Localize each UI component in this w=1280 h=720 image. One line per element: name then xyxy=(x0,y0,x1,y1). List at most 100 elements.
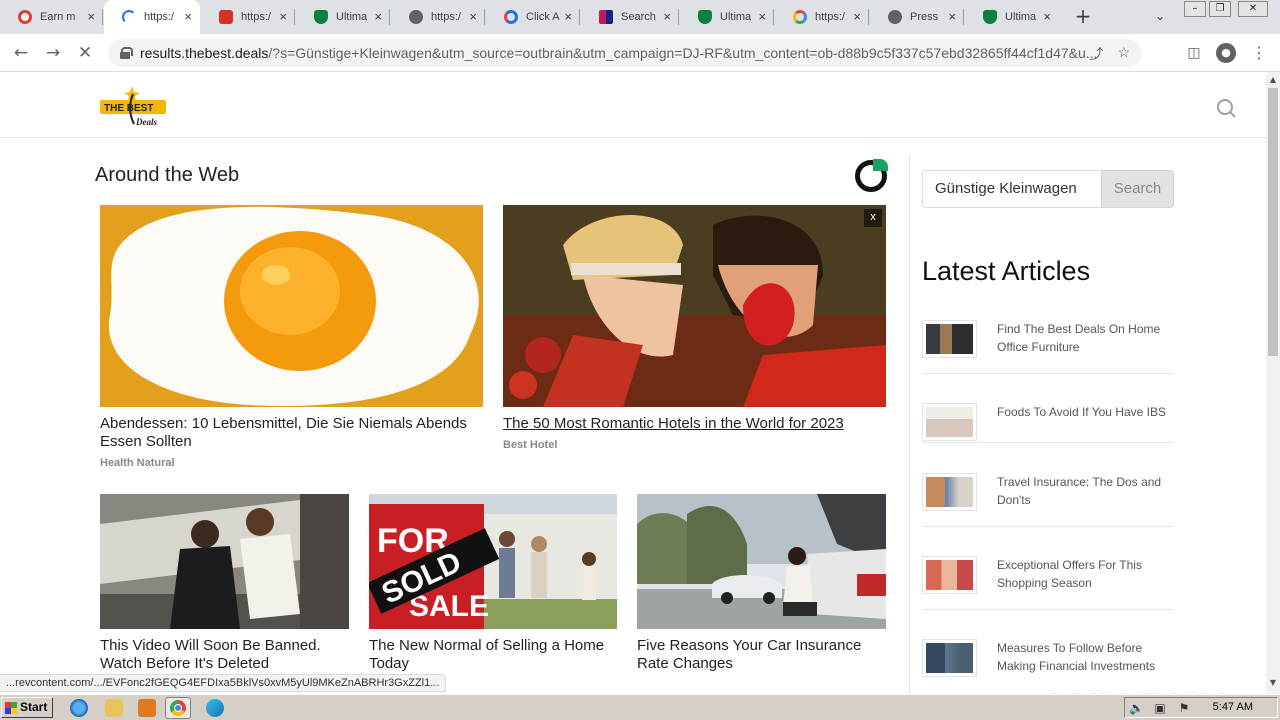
minimize-button[interactable]: – xyxy=(1184,1,1206,17)
edge-icon[interactable] xyxy=(206,699,224,717)
article-item[interactable]: Find The Best Deals On Home Office Furni… xyxy=(922,320,1174,374)
scroll-thumb[interactable] xyxy=(1268,88,1278,356)
tab-6[interactable]: Click A × xyxy=(486,0,580,34)
card-image-fried-egg[interactable] xyxy=(100,205,483,407)
start-button[interactable]: Start xyxy=(1,697,53,718)
tab-separator xyxy=(773,9,774,25)
sidebar-search-button[interactable]: Search xyxy=(1101,170,1174,208)
restore-button[interactable]: ❐ xyxy=(1209,1,1231,17)
tab-close-icon[interactable]: × xyxy=(663,10,671,23)
article-title[interactable]: Foods To Avoid If You Have IBS xyxy=(997,403,1172,421)
forward-button[interactable]: → xyxy=(42,42,64,64)
profile-avatar-icon[interactable]: ● xyxy=(1216,43,1236,63)
tab-close-icon[interactable]: × xyxy=(948,10,956,23)
lock-icon[interactable] xyxy=(120,47,133,59)
volume-icon[interactable]: 🔈 xyxy=(1129,701,1144,715)
article-title[interactable]: Travel Insurance: The Dos and Don'ts xyxy=(997,473,1172,509)
url-host: results.thebest.deals xyxy=(140,45,269,61)
ad-card-2[interactable]: x The 50 Most Romantic Hotels in the Wor… xyxy=(503,205,886,451)
tab-10[interactable]: Press × xyxy=(870,0,964,34)
card-image-people-by-plane[interactable] xyxy=(100,494,349,629)
tab-close-icon[interactable]: × xyxy=(564,10,572,23)
ad-card-5[interactable]: Five Reasons Your Car Insurance Rate Cha… xyxy=(637,494,886,673)
google-icon xyxy=(793,10,807,24)
media-player-icon[interactable] xyxy=(138,699,156,717)
tab-9[interactable]: https:/ × xyxy=(775,0,869,34)
site-logo[interactable]: THE BEST Deals xyxy=(100,84,168,128)
side-panel-icon[interactable]: ◫ xyxy=(1183,42,1205,64)
card-headline[interactable]: Abendessen: 10 Lebensmittel, Die Sie Nie… xyxy=(100,415,483,451)
article-thumbnail[interactable] xyxy=(922,403,977,441)
new-tab-button[interactable]: + xyxy=(1072,6,1094,28)
ad-card-1[interactable]: Abendessen: 10 Lebensmittel, Die Sie Nie… xyxy=(100,205,483,469)
shield-icon xyxy=(983,10,997,24)
file-explorer-icon[interactable] xyxy=(105,699,123,717)
web-page: THE BEST Deals Around the Web Abendessen… xyxy=(0,72,1266,694)
tab-7[interactable]: Search × xyxy=(581,0,679,34)
tab-close-icon[interactable]: × xyxy=(374,10,382,23)
card-headline[interactable]: The 50 Most Romantic Hotels in the World… xyxy=(503,415,886,433)
chrome-taskbar-button[interactable] xyxy=(165,697,191,719)
svg-text:THE BEST: THE BEST xyxy=(104,103,153,114)
article-item[interactable]: Measures To Follow Before Making Financi… xyxy=(922,639,1174,693)
ad-card-4[interactable]: FOR SALE SOLD The New Normal of Selling … xyxy=(369,494,617,673)
article-title[interactable]: Exceptional Offers For This Shopping Sea… xyxy=(997,556,1172,592)
tab-2-active[interactable]: https:/ × xyxy=(104,0,200,34)
tab-title: Earn m xyxy=(40,11,76,23)
taskbar-clock[interactable]: 5:47 AM xyxy=(1213,701,1253,713)
stop-loading-button[interactable]: ✕ xyxy=(74,42,96,64)
tab-5[interactable]: https:/ × xyxy=(391,0,485,34)
scroll-down-arrow-icon[interactable]: ▼ xyxy=(1268,678,1278,687)
bookmark-star-icon[interactable]: ☆ xyxy=(1117,44,1130,64)
address-bar[interactable]: results.thebest.deals/?s=Günstige+Kleinw… xyxy=(108,39,1142,67)
tab-search-chevron-icon[interactable]: ⌄ xyxy=(1152,9,1168,25)
article-thumbnail[interactable] xyxy=(922,473,977,511)
article-item[interactable]: Foods To Avoid If You Have IBS xyxy=(922,403,1174,443)
card-source[interactable]: Health Natural xyxy=(100,457,483,469)
card-source[interactable]: Best Hotel xyxy=(503,439,886,451)
globe-icon xyxy=(888,10,902,24)
back-button[interactable]: ← xyxy=(10,42,32,64)
internet-explorer-icon[interactable] xyxy=(70,699,88,717)
article-item[interactable]: Exceptional Offers For This Shopping Sea… xyxy=(922,556,1174,610)
network-icon[interactable]: ▣ xyxy=(1153,701,1167,715)
card-headline[interactable]: Five Reasons Your Car Insurance Rate Cha… xyxy=(637,637,886,673)
card-headline[interactable]: This Video Will Soon Be Banned. Watch Be… xyxy=(100,637,349,673)
page-scrollbar[interactable]: ▲ ▼ xyxy=(1266,72,1280,694)
scroll-up-arrow-icon[interactable]: ▲ xyxy=(1268,75,1278,84)
tab-close-icon[interactable]: × xyxy=(758,10,766,23)
tab-close-icon[interactable]: × xyxy=(1043,10,1051,23)
menu-kebab-icon[interactable]: ⋮ xyxy=(1248,42,1270,64)
tab-close-icon[interactable]: × xyxy=(279,10,287,23)
action-center-flag-icon[interactable]: ⚑ xyxy=(1177,701,1191,715)
tab-close-icon[interactable]: × xyxy=(469,10,477,23)
article-item[interactable]: Travel Insurance: The Dos and Don'ts xyxy=(922,473,1174,527)
share-icon[interactable]: ⤴ xyxy=(1089,44,1103,64)
revcontent-logo-icon[interactable] xyxy=(855,159,888,192)
tab-close-icon[interactable]: × xyxy=(853,10,861,23)
header-search-icon[interactable] xyxy=(1216,98,1238,120)
tab-8[interactable]: Ultima × xyxy=(680,0,774,34)
tab-11[interactable]: Ultima × xyxy=(965,0,1059,34)
tab-4[interactable]: Ultima × xyxy=(296,0,390,34)
ad-card-3[interactable]: This Video Will Soon Be Banned. Watch Be… xyxy=(100,494,349,673)
site-header: THE BEST Deals xyxy=(0,72,1266,138)
close-window-button[interactable]: ✕ xyxy=(1238,1,1268,17)
card-image-car-trunk[interactable] xyxy=(637,494,886,629)
card-image-house-sold-sign[interactable]: FOR SALE SOLD xyxy=(369,494,617,629)
sidebar-search-input[interactable]: Günstige Kleinwagen xyxy=(922,170,1102,208)
article-title[interactable]: Measures To Follow Before Making Financi… xyxy=(997,639,1172,675)
tab-1[interactable]: Earn m × xyxy=(0,0,103,34)
article-thumbnail[interactable] xyxy=(922,320,977,358)
loading-icon xyxy=(122,10,136,24)
tab-close-icon[interactable]: × xyxy=(87,10,95,23)
article-title[interactable]: Find The Best Deals On Home Office Furni… xyxy=(997,320,1172,356)
tab-close-icon[interactable]: × xyxy=(184,10,192,23)
card-headline[interactable]: The New Normal of Selling a Home Today xyxy=(369,637,617,673)
article-thumbnail[interactable] xyxy=(922,639,977,677)
ad-close-button[interactable]: x xyxy=(864,209,882,227)
globe-icon xyxy=(409,10,423,24)
tab-3[interactable]: https:/ × xyxy=(201,0,295,34)
article-thumbnail[interactable] xyxy=(922,556,977,594)
card-image-romantic-couple[interactable]: x xyxy=(503,205,886,407)
